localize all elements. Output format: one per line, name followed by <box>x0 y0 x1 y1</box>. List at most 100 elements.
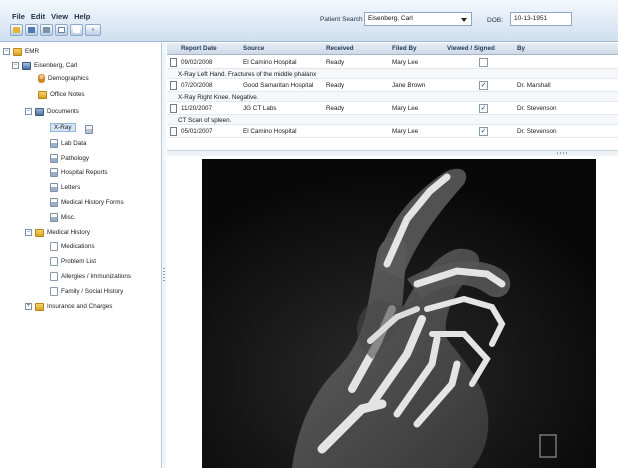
folder-icon <box>35 302 44 311</box>
collapse-toggle[interactable]: − <box>25 229 32 236</box>
print-button[interactable] <box>40 24 53 36</box>
tree-node-family-social-history[interactable]: Family / Social History <box>50 286 123 297</box>
viewed-signed-checkbox[interactable] <box>479 58 488 67</box>
folder-icon <box>35 228 44 237</box>
tree-node-xray[interactable]: X-Ray <box>50 122 93 134</box>
tree-node-emr[interactable]: − EMR <box>3 46 39 57</box>
tree-label: Demographics <box>48 75 89 82</box>
tree-node-hospital-reports[interactable]: Hospital Reports <box>50 167 108 178</box>
tree-node-medications[interactable]: Medications <box>50 241 95 252</box>
tree-node-medical-history-forms[interactable]: Medical History Forms <box>50 197 124 208</box>
report-icon <box>50 139 58 148</box>
navigation-tree: − EMR − Eisenberg, Carl Demographics Off… <box>0 43 162 468</box>
save-icon <box>28 27 35 33</box>
tree-node-patient[interactable]: − Eisenberg, Carl <box>12 60 77 71</box>
splitter-grip[interactable] <box>163 268 165 282</box>
document-icon <box>58 27 65 33</box>
tree-node-office-notes[interactable]: Office Notes <box>38 89 85 100</box>
open-button[interactable] <box>10 24 23 36</box>
page-icon <box>50 287 58 296</box>
chevron-down-icon[interactable] <box>461 18 467 22</box>
filed-by-cell: Mary Lee <box>392 105 419 112</box>
tree-label: X-Ray <box>50 123 76 132</box>
tree-label: Lab Data <box>61 140 87 147</box>
print-icon <box>43 27 50 33</box>
dob-label: DOB: <box>487 17 503 24</box>
tree-node-problem-list[interactable]: Problem List <box>50 256 96 267</box>
tree-label: Letters <box>61 184 81 191</box>
tree-label: Medical History Forms <box>61 199 124 206</box>
tree-label: Allergies / Immunizations <box>61 273 131 280</box>
tree-label: Office Notes <box>50 91 85 98</box>
patient-search-dropdown[interactable]: Eisenberg, Carl <box>364 12 472 26</box>
document-icon <box>170 104 177 113</box>
report-date-cell: 07/20/2008 <box>181 82 213 89</box>
tree-node-allergies[interactable]: Allergies / Immunizations <box>50 271 131 282</box>
tree-label: Problem List <box>61 258 96 265</box>
table-row[interactable]: 11/20/2007 JG CT Labs Ready Mary Lee ✓ D… <box>167 102 618 115</box>
report-icon <box>50 198 58 207</box>
tree-node-demographics[interactable]: Demographics <box>38 73 89 84</box>
page-icon <box>50 257 58 266</box>
document-button[interactable] <box>55 24 68 36</box>
column-header-by[interactable]: By <box>517 45 525 52</box>
row-note-text: CT Scan of spleen. <box>178 116 232 124</box>
table-row[interactable]: 05/01/2007 El Camino Hospital Mary Lee ✓… <box>167 125 618 138</box>
page-icon <box>50 242 58 251</box>
expand-toggle[interactable]: + <box>25 303 32 310</box>
patient-search-value: Eisenberg, Carl <box>368 15 413 22</box>
folder-icon <box>38 90 47 99</box>
patient-search-label: Patient Search <box>320 16 363 23</box>
menu-edit[interactable]: Edit <box>31 12 45 21</box>
column-header-source[interactable]: Source <box>243 45 264 52</box>
tree-node-documents[interactable]: − Documents <box>25 106 79 117</box>
viewed-signed-checkbox[interactable]: ✓ <box>479 81 488 90</box>
menu-help[interactable]: Help <box>74 12 90 21</box>
top-bar: File Edit View Help » Patient Search Eis… <box>0 0 618 42</box>
report-icon <box>50 154 58 163</box>
row-note: X-Ray Right Knee. Negative. <box>167 92 618 102</box>
report-icon <box>50 168 58 177</box>
report-icon <box>50 213 58 222</box>
toolbar-overflow-button[interactable]: » <box>85 24 101 36</box>
tree-label: Eisenberg, Carl <box>34 62 78 69</box>
document-icon <box>170 81 177 90</box>
source-cell: JG CT Labs <box>243 105 277 112</box>
tree-node-insurance[interactable]: + Insurance and Charges <box>25 301 112 312</box>
tree-node-lab-data[interactable]: Lab Data <box>50 138 87 149</box>
tree-node-misc[interactable]: Misc. <box>50 212 76 223</box>
viewed-signed-checkbox[interactable]: ✓ <box>479 127 488 136</box>
column-header-report-date[interactable]: Report Date <box>181 45 217 52</box>
tree-label: EMR <box>25 48 39 55</box>
splitter-grip[interactable] <box>557 152 567 154</box>
folder-icon <box>13 47 22 56</box>
row-note-text: X-Ray Right Knee. Negative. <box>178 93 259 101</box>
column-header-viewed-signed[interactable]: Viewed / Signed <box>447 45 495 52</box>
table-row[interactable]: 07/20/2008 Good Samaritan Hospital Ready… <box>167 79 618 92</box>
viewed-signed-checkbox[interactable]: ✓ <box>479 104 488 113</box>
new-button[interactable] <box>70 24 83 36</box>
tree-node-pathology[interactable]: Pathology <box>50 153 89 164</box>
collapse-toggle[interactable]: − <box>25 108 32 115</box>
collapse-toggle[interactable]: − <box>3 48 10 55</box>
table-row[interactable]: 09/02/2008 El Camino Hospital Ready Mary… <box>167 56 618 69</box>
documents-grid: Report Date Source Received Filed By Vie… <box>167 43 618 150</box>
save-button[interactable] <box>25 24 38 36</box>
menu-file[interactable]: File <box>12 12 25 21</box>
tree-node-medical-history[interactable]: − Medical History <box>25 227 90 238</box>
person-icon <box>22 61 31 70</box>
menu-view[interactable]: View <box>51 12 68 21</box>
received-cell: Ready <box>326 59 345 66</box>
column-header-received[interactable]: Received <box>326 45 354 52</box>
dob-field[interactable]: 10-13-1951 <box>510 12 572 26</box>
image-viewer <box>167 156 618 468</box>
document-icon <box>170 58 177 67</box>
column-header-filed-by[interactable]: Filed By <box>392 45 417 52</box>
tree-node-letters[interactable]: Letters <box>50 182 80 193</box>
hand-xray-graphic <box>202 159 596 468</box>
vertical-splitter[interactable] <box>162 43 166 468</box>
by-cell: Dr. Stevenson <box>517 128 557 135</box>
collapse-toggle[interactable]: − <box>12 62 19 69</box>
report-date-cell: 09/02/2008 <box>181 59 213 66</box>
source-cell: Good Samaritan Hospital <box>243 82 314 89</box>
